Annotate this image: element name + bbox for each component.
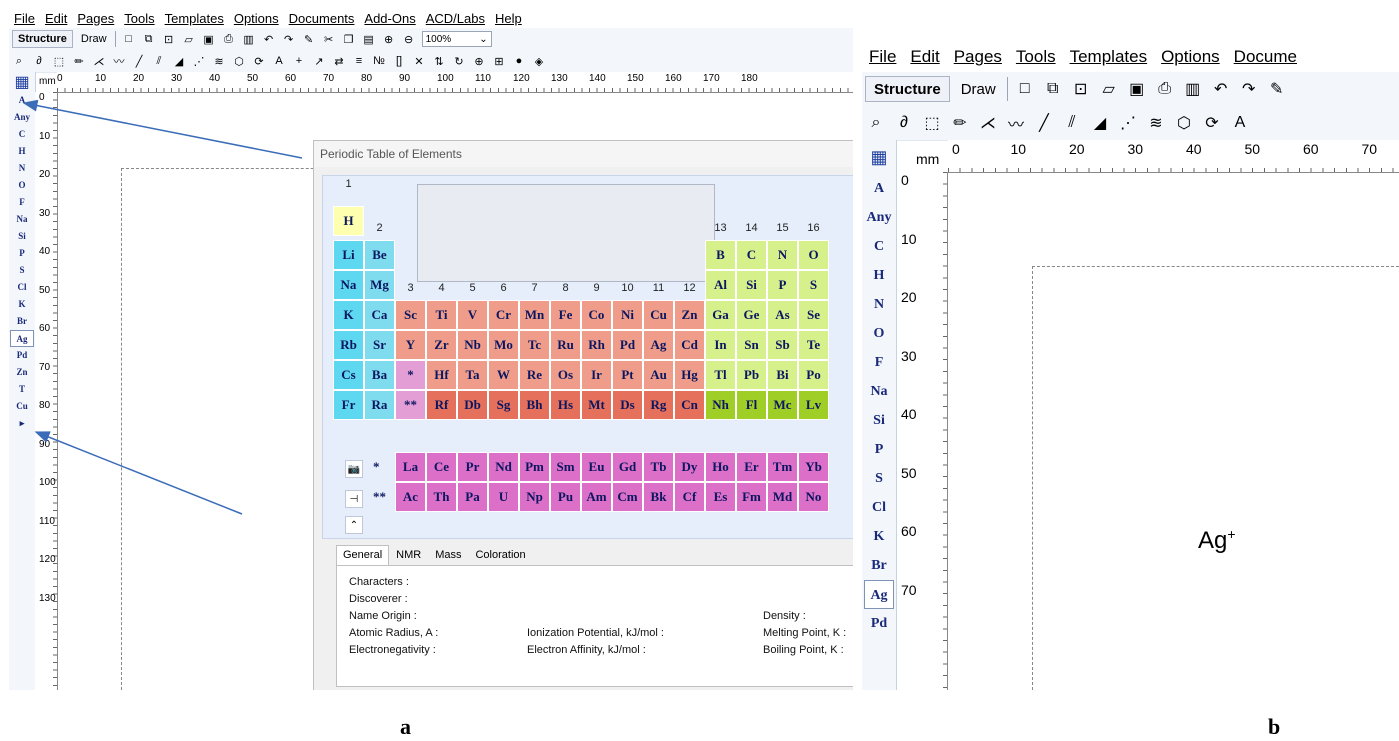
arrow-to-ag-button <box>34 431 243 515</box>
arrow-to-grid-icon <box>22 99 303 159</box>
annotation-arrows <box>22 99 303 515</box>
panel-label-b: b <box>1268 714 1281 739</box>
panel-label-a: a <box>400 714 411 739</box>
